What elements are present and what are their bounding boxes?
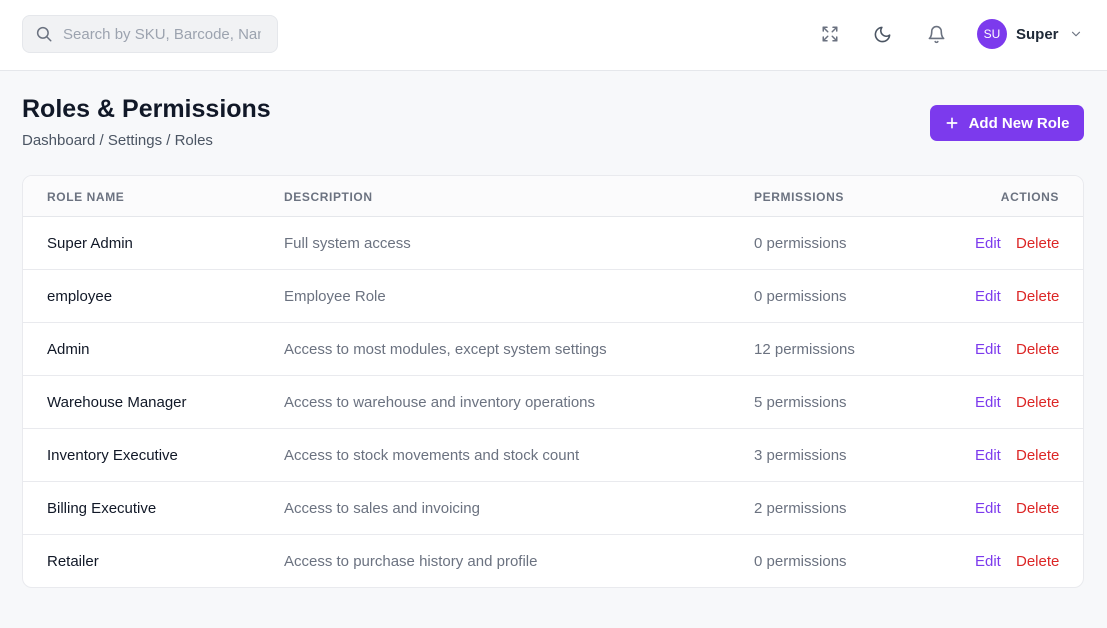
edit-button[interactable]: Edit: [975, 447, 1001, 464]
delete-button[interactable]: Delete: [1016, 341, 1059, 358]
role-name: Retailer: [47, 553, 99, 570]
role-description: Access to sales and invoicing: [284, 500, 480, 517]
edit-button[interactable]: Edit: [975, 500, 1001, 517]
search-box[interactable]: [22, 15, 278, 53]
search-icon: [36, 26, 52, 42]
role-name: Admin: [47, 341, 90, 358]
top-bar: SU Super: [0, 0, 1107, 71]
user-menu[interactable]: SU Super: [977, 19, 1083, 49]
role-name: Super Admin: [47, 235, 133, 252]
column-header-role-name: ROLE NAME: [47, 190, 125, 204]
role-name: Warehouse Manager: [47, 394, 187, 411]
search-input[interactable]: [63, 25, 261, 43]
chevron-down-icon: [1071, 31, 1080, 37]
fullscreen-icon[interactable]: [818, 22, 842, 46]
table-row: Warehouse Manager Access to warehouse an…: [23, 376, 1083, 429]
delete-button[interactable]: Delete: [1016, 288, 1059, 305]
role-permissions: 2 permissions: [754, 500, 847, 517]
column-header-description: DESCRIPTION: [284, 190, 373, 204]
delete-button[interactable]: Delete: [1016, 394, 1059, 411]
edit-button[interactable]: Edit: [975, 235, 1001, 252]
role-permissions: 0 permissions: [754, 235, 847, 252]
role-permissions: 0 permissions: [754, 553, 847, 570]
role-description: Access to stock movements and stock coun…: [284, 447, 580, 464]
add-new-role-button[interactable]: Add New Role: [930, 105, 1084, 141]
role-description: Access to purchase history and profile: [284, 553, 538, 570]
delete-button[interactable]: Delete: [1016, 235, 1059, 252]
edit-button[interactable]: Edit: [975, 341, 1001, 358]
user-name: Super: [1016, 25, 1059, 43]
table-row: Billing Executive Access to sales and in…: [23, 482, 1083, 535]
role-name: employee: [47, 288, 113, 305]
table-row: Retailer Access to purchase history and …: [23, 535, 1083, 587]
role-description: Employee Role: [284, 288, 386, 305]
add-new-role-label: Add New Role: [968, 114, 1070, 132]
column-header-actions: ACTIONS: [1000, 190, 1059, 204]
delete-button[interactable]: Delete: [1016, 447, 1059, 464]
table-row: employee Employee Role 0 permissions Edi…: [23, 270, 1083, 323]
table-header: ROLE NAME DESCRIPTION PERMISSIONS ACTION…: [23, 176, 1083, 217]
role-description: Access to most modules, except system se…: [284, 341, 607, 358]
edit-button[interactable]: Edit: [975, 553, 1001, 570]
table-row: Inventory Executive Access to stock move…: [23, 429, 1083, 482]
edit-button[interactable]: Edit: [975, 288, 1001, 305]
delete-button[interactable]: Delete: [1016, 553, 1059, 570]
role-name: Inventory Executive: [47, 447, 178, 464]
table-row: Super Admin Full system access 0 permiss…: [23, 217, 1083, 270]
edit-button[interactable]: Edit: [975, 394, 1001, 411]
roles-table: ROLE NAME DESCRIPTION PERMISSIONS ACTION…: [22, 175, 1084, 588]
role-permissions: 12 permissions: [754, 341, 855, 358]
plus-icon: [946, 117, 958, 129]
bell-icon[interactable]: [924, 22, 948, 46]
breadcrumb: Dashboard / Settings / Roles: [22, 132, 213, 149]
role-name: Billing Executive: [47, 500, 157, 517]
column-header-permissions: PERMISSIONS: [754, 190, 844, 204]
role-permissions: 0 permissions: [754, 288, 847, 305]
role-permissions: 3 permissions: [754, 447, 847, 464]
avatar: SU: [977, 19, 1007, 49]
moon-icon[interactable]: [870, 22, 894, 46]
page-title: Roles & Permissions: [22, 95, 271, 123]
role-permissions: 5 permissions: [754, 394, 847, 411]
role-description: Full system access: [284, 235, 411, 252]
delete-button[interactable]: Delete: [1016, 500, 1059, 517]
table-row: Admin Access to most modules, except sys…: [23, 323, 1083, 376]
role-description: Access to warehouse and inventory operat…: [284, 394, 596, 411]
